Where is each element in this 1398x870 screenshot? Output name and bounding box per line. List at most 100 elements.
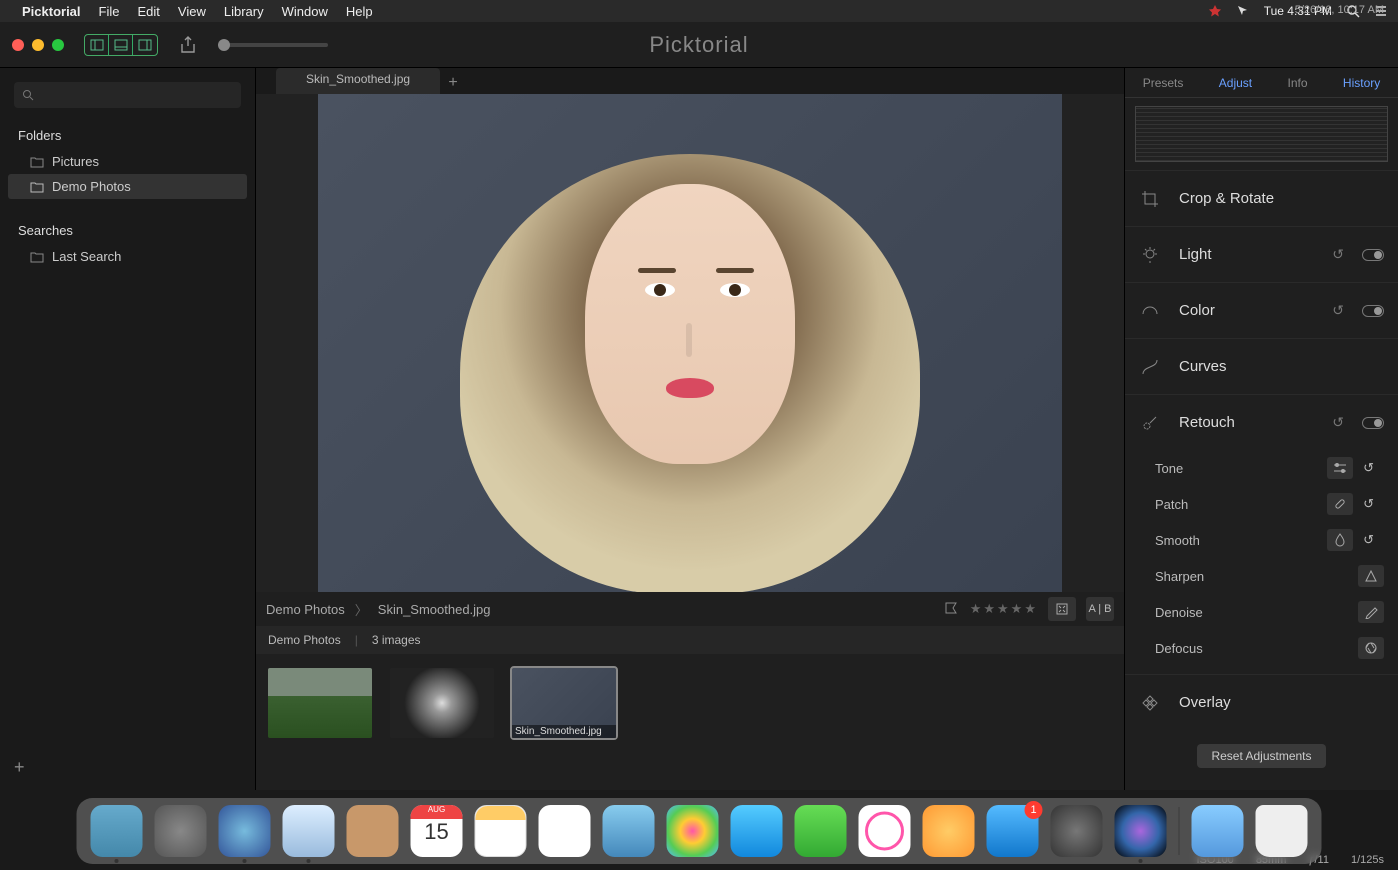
zoom-slider[interactable] xyxy=(218,43,328,47)
tool-retouch[interactable]: Retouch ↺ xyxy=(1125,394,1398,450)
dock-reminders[interactable] xyxy=(539,805,591,857)
dock-safari[interactable] xyxy=(219,805,271,857)
retouch-icon xyxy=(1139,414,1161,432)
reset-icon[interactable]: ↺ xyxy=(1332,414,1344,431)
aperture-icon[interactable] xyxy=(1358,637,1384,659)
flag-icon[interactable] xyxy=(944,601,960,617)
thumbnail-selected[interactable]: Skin_Smoothed.jpg xyxy=(512,668,616,738)
menu-edit[interactable]: Edit xyxy=(137,4,159,19)
tab-history[interactable]: History xyxy=(1343,76,1380,90)
share-button[interactable] xyxy=(174,33,202,57)
photo-canvas[interactable] xyxy=(318,94,1062,592)
triangle-icon[interactable] xyxy=(1358,565,1384,587)
drop-icon[interactable] xyxy=(1327,529,1353,551)
dock-picktorial[interactable] xyxy=(1115,805,1167,857)
right-panel-tabs: Presets Adjust Info History xyxy=(1125,68,1398,98)
toggle-switch[interactable] xyxy=(1362,417,1384,429)
sidebar-search[interactable] xyxy=(14,82,241,108)
menu-view[interactable]: View xyxy=(178,4,206,19)
tool-color[interactable]: Color ↺ xyxy=(1125,282,1398,338)
retouch-sharpen[interactable]: Sharpen xyxy=(1125,558,1398,594)
retouch-smooth[interactable]: Smooth ↺ xyxy=(1125,522,1398,558)
dock-downloads[interactable] xyxy=(1192,805,1244,857)
new-tab-button[interactable]: + xyxy=(440,72,466,94)
zoom-slider-knob[interactable] xyxy=(218,39,230,51)
close-window-button[interactable] xyxy=(12,39,24,51)
tool-crop[interactable]: Crop & Rotate xyxy=(1125,170,1398,226)
reset-icon[interactable]: ↺ xyxy=(1332,246,1344,263)
tab-adjust[interactable]: Adjust xyxy=(1219,76,1252,90)
search-last[interactable]: Last Search xyxy=(8,244,247,269)
compare-button[interactable]: A | B xyxy=(1086,597,1114,621)
dock-facetime[interactable] xyxy=(795,805,847,857)
overlay-icon xyxy=(1139,694,1161,712)
curves-icon xyxy=(1139,358,1161,376)
dock-contacts[interactable] xyxy=(347,805,399,857)
reset-adjustments-button[interactable]: Reset Adjustments xyxy=(1197,744,1325,768)
canvas-area[interactable] xyxy=(256,94,1124,592)
sliders-icon[interactable] xyxy=(1327,457,1353,479)
toggle-switch[interactable] xyxy=(1362,249,1384,261)
breadcrumb-file[interactable]: Skin_Smoothed.jpg xyxy=(378,602,491,617)
dock-preferences[interactable] xyxy=(1051,805,1103,857)
layout-bottom-button[interactable] xyxy=(109,35,133,55)
layout-left-button[interactable] xyxy=(85,35,109,55)
macos-dock[interactable]: AUG15 1 xyxy=(77,798,1322,864)
reset-icon[interactable]: ↺ xyxy=(1363,460,1374,476)
dock-maps[interactable] xyxy=(603,805,655,857)
breadcrumb-folder[interactable]: Demo Photos xyxy=(266,602,345,617)
dock-trash[interactable] xyxy=(1256,805,1308,857)
strip-folder: Demo Photos xyxy=(268,633,341,647)
tab-info[interactable]: Info xyxy=(1288,76,1308,90)
reset-icon[interactable]: ↺ xyxy=(1363,532,1374,548)
bandage-icon[interactable] xyxy=(1327,493,1353,515)
menubar-status-icon[interactable] xyxy=(1208,4,1222,18)
window-traffic-lights[interactable] xyxy=(12,39,64,51)
minimize-window-button[interactable] xyxy=(32,39,44,51)
retouch-defocus[interactable]: Defocus xyxy=(1125,630,1398,666)
exif-shutter: 1/125s xyxy=(1351,854,1384,866)
brush-icon[interactable] xyxy=(1358,601,1384,623)
dock-launchpad[interactable] xyxy=(155,805,207,857)
rating-stars[interactable]: ★★★★★ xyxy=(970,601,1038,617)
dock-finder[interactable] xyxy=(91,805,143,857)
retouch-tone[interactable]: Tone ↺ xyxy=(1125,450,1398,486)
searches-header: Searches xyxy=(8,217,247,244)
histogram[interactable] xyxy=(1135,106,1388,162)
menu-window[interactable]: Window xyxy=(282,4,328,19)
document-tab[interactable]: Skin_Smoothed.jpg xyxy=(276,68,440,94)
retouch-patch[interactable]: Patch ↺ xyxy=(1125,486,1398,522)
menu-help[interactable]: Help xyxy=(346,4,373,19)
zoom-window-button[interactable] xyxy=(52,39,64,51)
add-folder-button[interactable]: + xyxy=(14,757,25,778)
filmstrip[interactable]: Skin_Smoothed.jpg xyxy=(256,654,1124,790)
dock-notes[interactable] xyxy=(475,805,527,857)
badge: 1 xyxy=(1025,801,1043,819)
tool-curves[interactable]: Curves xyxy=(1125,338,1398,394)
folder-pictures[interactable]: Pictures xyxy=(8,149,247,174)
tool-light[interactable]: Light ↺ xyxy=(1125,226,1398,282)
menu-library[interactable]: Library xyxy=(224,4,264,19)
dock-itunes[interactable] xyxy=(859,805,911,857)
dock-photos[interactable] xyxy=(667,805,719,857)
tool-overlay[interactable]: Overlay xyxy=(1125,674,1398,730)
tab-presets[interactable]: Presets xyxy=(1143,76,1184,90)
dock-appstore[interactable]: 1 xyxy=(987,805,1039,857)
thumbnail[interactable] xyxy=(390,668,494,738)
fit-button[interactable] xyxy=(1048,597,1076,621)
toggle-switch[interactable] xyxy=(1362,305,1384,317)
dock-calendar[interactable]: AUG15 xyxy=(411,805,463,857)
dock-mail[interactable] xyxy=(283,805,335,857)
dock-ibooks[interactable] xyxy=(923,805,975,857)
app-name[interactable]: Picktorial xyxy=(22,4,81,19)
reset-icon[interactable]: ↺ xyxy=(1363,496,1374,512)
retouch-denoise[interactable]: Denoise xyxy=(1125,594,1398,630)
layout-right-button[interactable] xyxy=(133,35,157,55)
dock-messages[interactable] xyxy=(731,805,783,857)
menubar-pointer-icon[interactable] xyxy=(1236,4,1250,18)
layout-toggle-group[interactable] xyxy=(84,34,158,56)
menu-file[interactable]: File xyxy=(99,4,120,19)
thumbnail[interactable] xyxy=(268,668,372,738)
folder-demo-photos[interactable]: Demo Photos xyxy=(8,174,247,199)
reset-icon[interactable]: ↺ xyxy=(1332,302,1344,319)
